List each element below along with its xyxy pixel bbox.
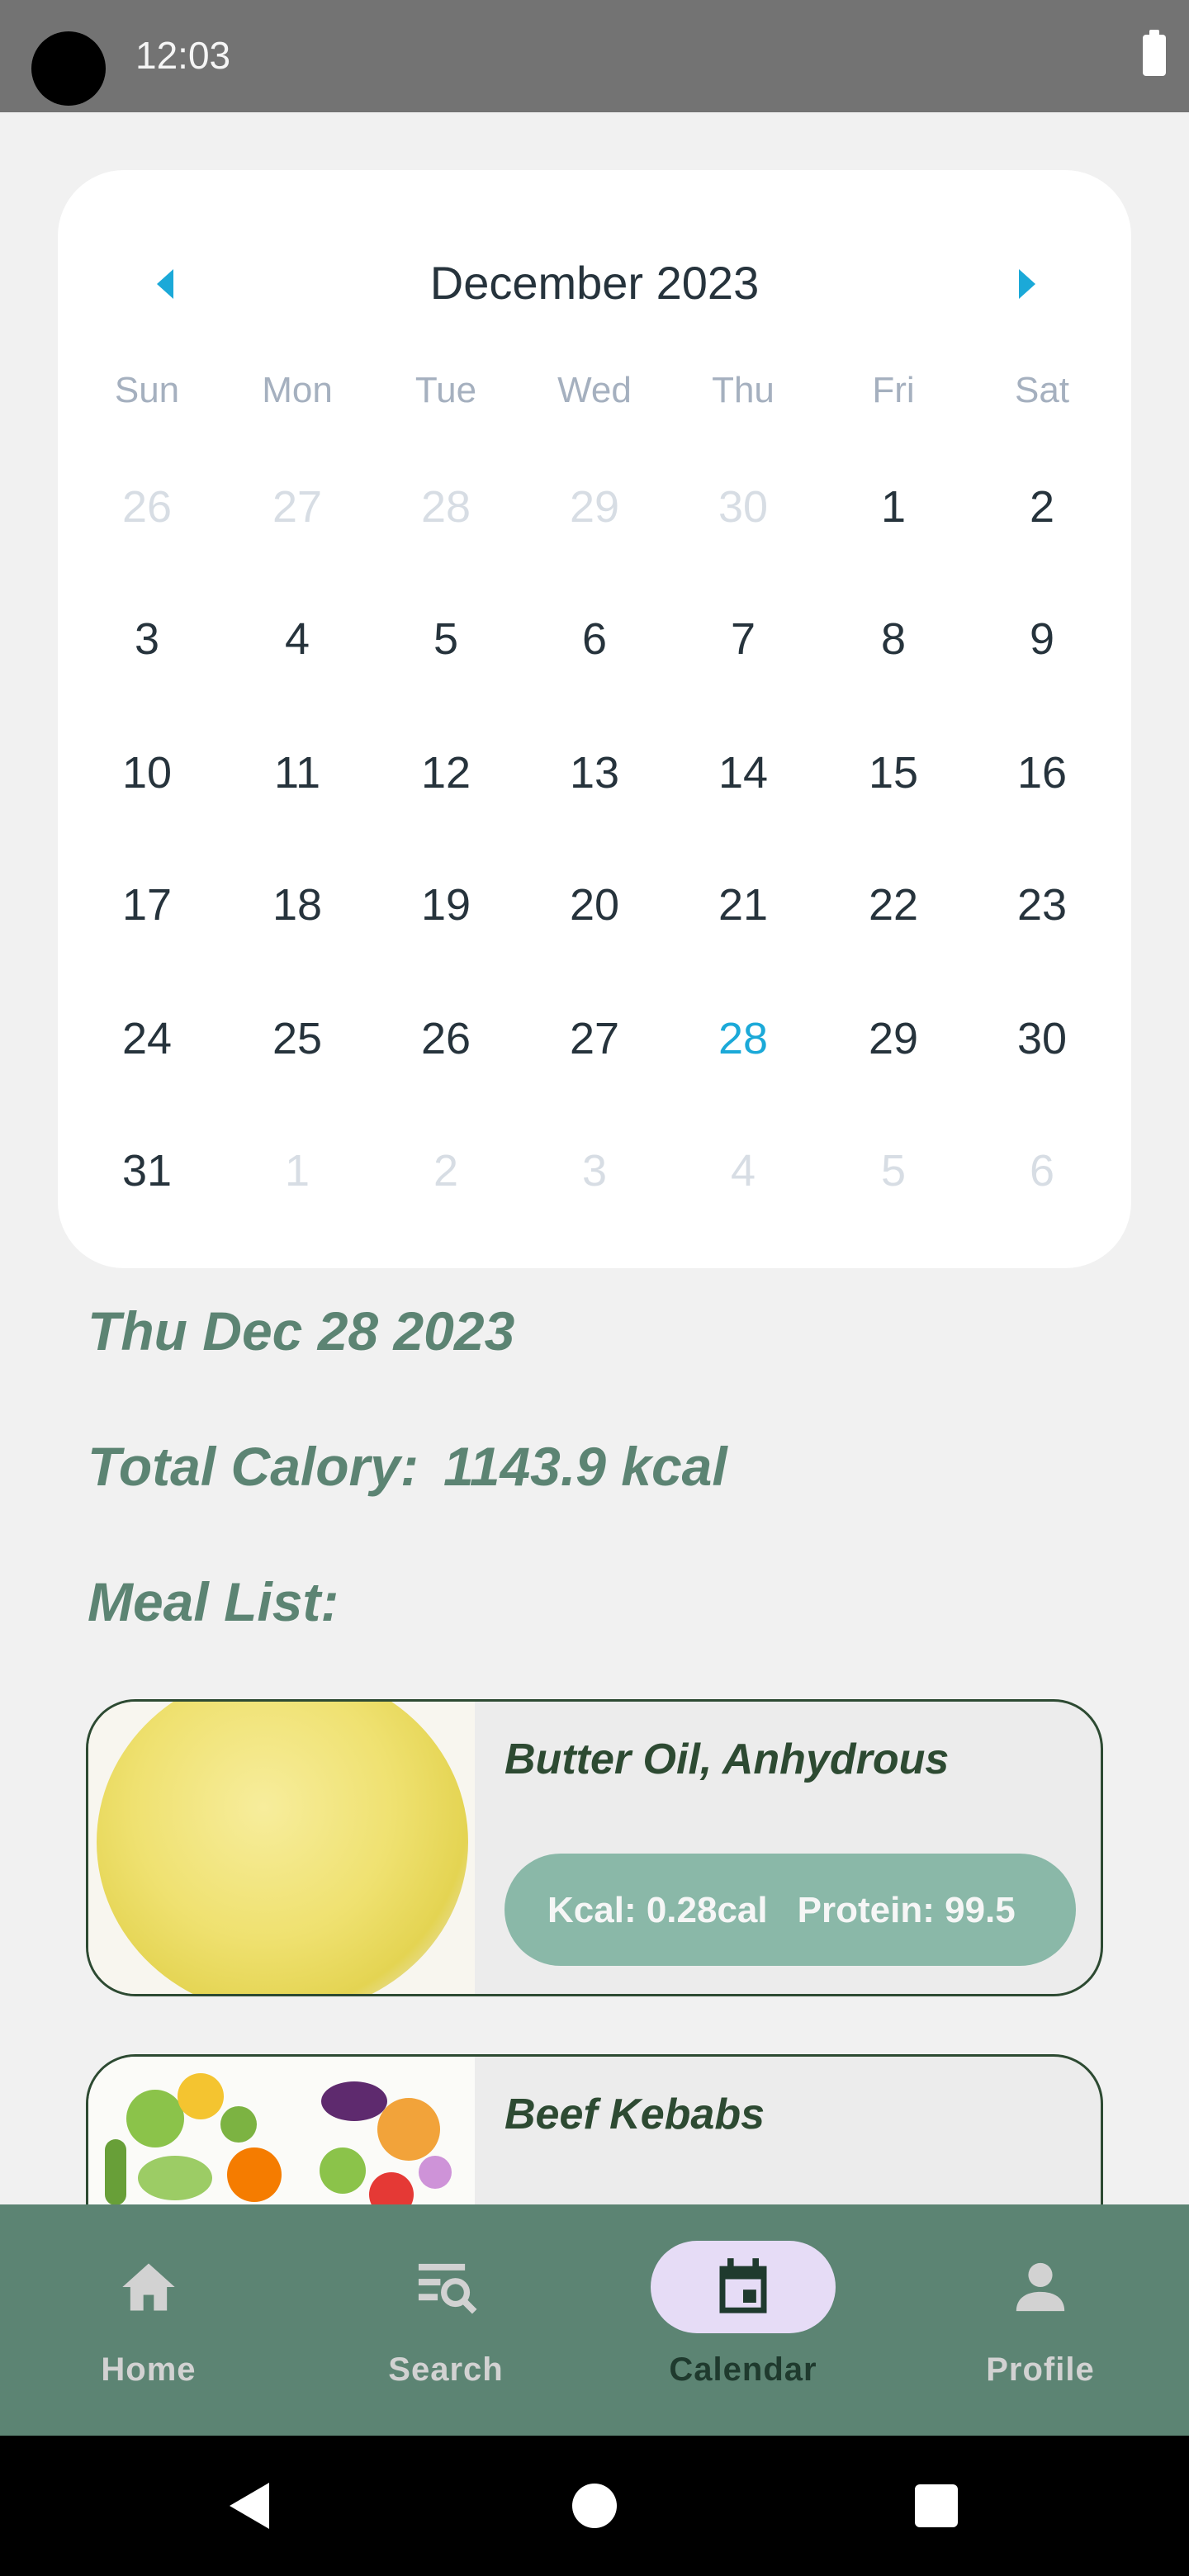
calendar-day[interactable]: 27 xyxy=(537,997,652,1080)
calendar-day[interactable]: 4 xyxy=(239,598,355,680)
calendar-day[interactable]: 23 xyxy=(984,864,1100,946)
calendar-day[interactable]: 29 xyxy=(836,997,951,1080)
meal-card[interactable]: Butter Oil, Anhydrous Kcal: 0.28cal Prote… xyxy=(86,1699,1103,1996)
person-icon xyxy=(1016,2262,1065,2312)
nav-label: Search xyxy=(388,2351,504,2388)
calendar-day[interactable]: 1 xyxy=(836,466,951,548)
nutrient-text: Kcal: 0.28cal Protein: 99.5 xyxy=(547,1890,1016,1931)
calendar-day-outside-month[interactable]: 26 xyxy=(89,466,205,548)
calendar-day[interactable]: 2 xyxy=(984,466,1100,548)
veg-shape xyxy=(419,2156,452,2189)
calendar-day[interactable]: 11 xyxy=(239,732,355,814)
nav-calendar[interactable]: Calendar xyxy=(619,2204,867,2436)
calendar-icon xyxy=(719,2258,767,2313)
calendar-day[interactable]: 9 xyxy=(984,598,1100,680)
nav-label: Calendar xyxy=(669,2351,817,2388)
veg-shape xyxy=(220,2106,257,2143)
calendar-day[interactable]: 12 xyxy=(388,732,504,814)
nav-search[interactable]: Search xyxy=(322,2204,570,2436)
meal-list-heading: Meal List: xyxy=(88,1571,339,1632)
calendar-day[interactable]: 15 xyxy=(836,732,951,814)
calendar-day[interactable]: 5 xyxy=(388,598,504,680)
nav-home[interactable]: Home xyxy=(25,2204,272,2436)
veg-shape xyxy=(320,2147,366,2194)
calendar-day[interactable]: 3 xyxy=(89,598,205,680)
calendar-day-outside-month[interactable]: 5 xyxy=(836,1129,951,1212)
meal-name: Butter Oil, Anhydrous xyxy=(504,1735,950,1783)
calendar-day-outside-month[interactable]: 29 xyxy=(537,466,652,548)
nutrient-pill: Kcal: 0.28cal Protein: 99.5 xyxy=(504,1854,1076,1966)
protein-value: 99.5 xyxy=(945,1890,1016,1930)
butter-bowl-graphic xyxy=(97,1702,468,1994)
calendar-day[interactable]: 20 xyxy=(537,864,652,946)
calendar-day[interactable]: 16 xyxy=(984,732,1100,814)
nav-icon-container xyxy=(56,2241,241,2333)
calendar-day-selected[interactable]: 28 xyxy=(685,997,801,1080)
nav-icon-container xyxy=(353,2241,538,2333)
calendar-day[interactable]: 24 xyxy=(89,997,205,1080)
calendar-day[interactable]: 17 xyxy=(89,864,205,946)
calendar-card: December 2023 Sun Mon Tue Wed Thu Fri Sat 26 27… xyxy=(58,170,1131,1268)
veg-shape xyxy=(138,2156,212,2200)
calendar-day[interactable]: 25 xyxy=(239,997,355,1080)
calendar-day-outside-month[interactable]: 3 xyxy=(537,1129,652,1212)
nav-label: Home xyxy=(101,2351,197,2388)
kcal-label: Kcal: xyxy=(547,1890,637,1930)
total-calories-label: Total Calory: xyxy=(88,1436,419,1497)
home-icon xyxy=(122,2263,175,2311)
calendar-day-outside-month[interactable]: 28 xyxy=(388,466,504,548)
calendar-day-outside-month[interactable]: 2 xyxy=(388,1129,504,1212)
search-list-icon xyxy=(418,2263,477,2314)
nav-label: Profile xyxy=(986,2351,1095,2388)
calendar-day[interactable]: 19 xyxy=(388,864,504,946)
calendar-day[interactable]: 21 xyxy=(685,864,801,946)
meal-name: Beef Kebabs xyxy=(504,2091,765,2138)
calendar-day[interactable]: 18 xyxy=(239,864,355,946)
camera-cutout xyxy=(31,31,106,106)
calendar-day[interactable]: 7 xyxy=(685,598,801,680)
calendar-day[interactable]: 31 xyxy=(89,1129,205,1212)
total-calories: Total Calory: 1143.9 kcal xyxy=(88,1435,727,1498)
kcal-value: 0.28cal xyxy=(646,1890,768,1930)
nav-icon-container xyxy=(948,2241,1133,2333)
veg-shape xyxy=(178,2073,224,2119)
calendar-day[interactable]: 26 xyxy=(388,997,504,1080)
nav-active-pill xyxy=(651,2241,836,2333)
selected-date: Thu Dec 28 2023 xyxy=(88,1300,515,1361)
calendar-day[interactable]: 22 xyxy=(836,864,951,946)
status-time: 12:03 xyxy=(135,34,231,77)
calendar-day-outside-month[interactable]: 6 xyxy=(984,1129,1100,1212)
calendar-day[interactable]: 8 xyxy=(836,598,951,680)
calendar-day[interactable]: 30 xyxy=(984,997,1100,1080)
calendar-day-outside-month[interactable]: 1 xyxy=(239,1129,355,1212)
calendar-day-grid: 26 27 28 29 30 1 2 3 4 5 6 7 8 9 10 11 12 13 14 15 16 17 18 19 2… xyxy=(58,170,1131,1268)
bottom-navigation: Home Search Calendar Profile xyxy=(0,2204,1189,2436)
back-triangle-icon[interactable] xyxy=(230,2483,269,2529)
veg-shape xyxy=(126,2090,184,2147)
veg-shape xyxy=(377,2098,440,2161)
calendar-day-outside-month[interactable]: 30 xyxy=(685,466,801,548)
calendar-day[interactable]: 13 xyxy=(537,732,652,814)
calendar-day-outside-month[interactable]: 4 xyxy=(685,1129,801,1212)
recents-square-icon[interactable] xyxy=(915,2484,958,2527)
veg-shape xyxy=(227,2147,282,2202)
nav-profile[interactable]: Profile xyxy=(917,2204,1164,2436)
calendar-day[interactable]: 14 xyxy=(685,732,801,814)
veg-shape xyxy=(321,2081,387,2121)
home-circle-icon[interactable] xyxy=(572,2484,617,2528)
butter-oil-photo xyxy=(88,1702,475,1994)
protein-label: Protein: xyxy=(797,1890,935,1930)
calendar-day[interactable]: 10 xyxy=(89,732,205,814)
total-calories-value: 1143.9 kcal xyxy=(443,1436,727,1497)
battery-full-icon xyxy=(1143,30,1166,76)
calendar-day-outside-month[interactable]: 27 xyxy=(239,466,355,548)
system-navigation-bar xyxy=(0,2436,1189,2576)
veg-shape xyxy=(105,2139,126,2205)
status-bar: 12:03 xyxy=(0,0,1189,112)
calendar-day[interactable]: 6 xyxy=(537,598,652,680)
